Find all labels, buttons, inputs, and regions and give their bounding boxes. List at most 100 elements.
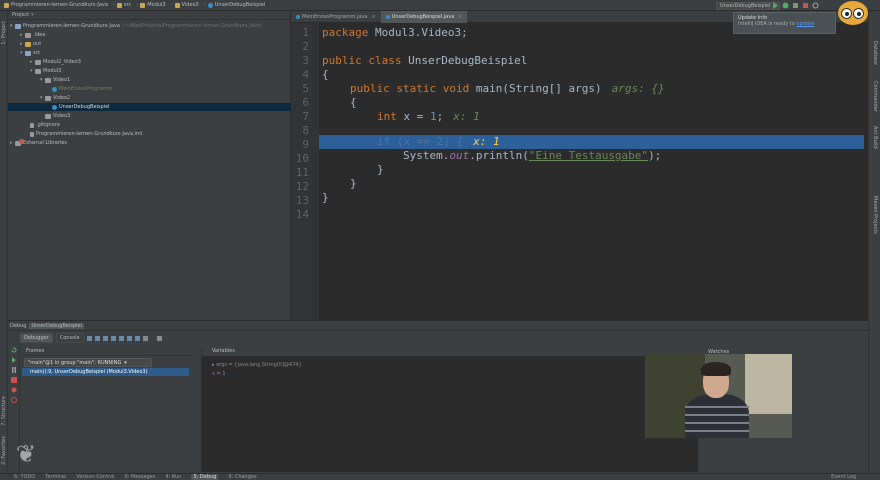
run-to-cursor-icon[interactable]	[134, 335, 140, 341]
code-editor[interactable]: package Modul3.Video3; public class Unse…	[319, 23, 864, 320]
tool-tab-event-log[interactable]: Event Log	[831, 474, 856, 480]
favorites-tool-tab[interactable]: 2: Favorites	[1, 436, 7, 465]
variable-row[interactable]: ▸ args = {java.lang.String[0]@474}	[212, 362, 302, 368]
step-out-icon[interactable]	[118, 335, 124, 341]
run-config-select[interactable]: UnserDebugBeispiel▾	[715, 2, 780, 10]
mute-breakpoints-icon[interactable]	[11, 397, 17, 403]
code-line-11: }	[377, 163, 384, 176]
code-line-6: {	[350, 96, 357, 109]
tree-item-video1[interactable]: ▾ Video1	[8, 76, 291, 84]
maven-tool-tab[interactable]: Maven Projects	[872, 196, 878, 234]
update-link[interactable]: update	[796, 21, 814, 27]
tree-item-gitignore[interactable]: .gitignore	[8, 121, 291, 129]
rerun-icon[interactable]	[11, 347, 17, 353]
close-icon[interactable]: ×	[458, 14, 462, 20]
breakpoint-icon[interactable]	[19, 139, 24, 144]
package-icon	[45, 113, 51, 119]
tree-item-external-libraries[interactable]: ▸ External Libraries	[8, 139, 291, 147]
line-number: 10	[295, 152, 309, 165]
database-tool-tab[interactable]: Database	[872, 41, 878, 65]
layout-icon[interactable]	[156, 335, 162, 341]
tool-tab-debug[interactable]: 5: Debug	[191, 474, 219, 480]
tool-tab-version-control[interactable]: Version Control	[76, 474, 114, 480]
tab-meinerstesprogramm[interactable]: MeinErstesProgramm.java ×	[291, 11, 381, 23]
tree-item-root[interactable]: ▾ Programmieren-lernen-Grundkurs-Java (~/W…	[8, 22, 291, 30]
close-icon[interactable]: ×	[371, 14, 375, 20]
left-tool-stripe: 1: Project 7: Structure 2: Favorites	[0, 11, 8, 473]
code-line-3: public class UnserDebugBeispiel	[322, 54, 528, 67]
step-into-icon[interactable]	[102, 335, 108, 341]
tree-item-video3[interactable]: Video3	[8, 112, 291, 120]
vcs-icon[interactable]	[812, 2, 819, 9]
source-folder-icon	[25, 50, 31, 56]
line-number: 4	[302, 68, 309, 81]
right-tool-stripe: Database Commander Ant Build Maven Proje…	[868, 11, 880, 473]
tab-debugger[interactable]: Debugger	[20, 333, 53, 343]
stop-icon[interactable]	[11, 377, 17, 383]
code-line-1: package Modul3.Video3;	[322, 26, 468, 39]
stop-icon[interactable]	[802, 2, 809, 9]
breadcrumb-project[interactable]: Programmieren-lernen-Grundkurs-Java	[4, 2, 108, 8]
folder-icon	[4, 2, 9, 8]
breadcrumb-src[interactable]: src	[116, 2, 131, 8]
line-number: 9	[302, 138, 309, 151]
pause-icon[interactable]	[11, 367, 17, 373]
breadcrumb-modul3[interactable]: Modul3	[140, 2, 166, 8]
tool-tab-todo[interactable]: 6: TODO	[14, 474, 35, 480]
variables-panel: Variables ▸ args = {java.lang.String[0]@…	[201, 348, 698, 472]
tool-tab-changes[interactable]: 9: Changes	[228, 474, 256, 480]
run-icon[interactable]	[772, 2, 779, 9]
class-icon	[52, 86, 57, 92]
update-notification[interactable]: Update Info IntelliJ IDEA is ready to up…	[733, 12, 836, 34]
tab-console[interactable]: Console	[55, 333, 84, 343]
presenter-hair	[701, 362, 731, 376]
breadcrumb-class[interactable]: UnserDebugBeispiel	[207, 2, 265, 8]
tree-item-modul3[interactable]: ▾ Modul3	[8, 67, 291, 75]
force-step-into-icon[interactable]	[110, 335, 116, 341]
stack-frame-row[interactable]: main():9, UnserDebugBeispiel (Modul3.Vid…	[22, 368, 189, 376]
tool-tab-messages[interactable]: 0: Messages	[124, 474, 155, 480]
chevron-down-icon: ▾	[124, 360, 127, 366]
owl-eye	[853, 8, 864, 19]
commander-tool-tab[interactable]: Commander	[872, 81, 878, 112]
tree-item-video2[interactable]: ▾ Video2	[8, 94, 291, 102]
tool-tab-terminal[interactable]: Terminal	[45, 474, 66, 480]
line-number-gutter[interactable]: 1 2 3 4 5 6 7 8 9 10 11 12 13 14	[291, 23, 319, 320]
tree-item-out[interactable]: ▸ out	[8, 40, 291, 48]
show-execution-point-icon[interactable]	[86, 335, 92, 341]
line-number: 7	[302, 110, 309, 123]
debug-config-tab[interactable]: UnserDebugBeispiel	[29, 322, 84, 329]
drop-frame-icon[interactable]	[126, 335, 132, 341]
package-icon	[45, 95, 51, 101]
line-number: 12	[295, 180, 309, 193]
watermark-logo: ❦	[16, 440, 37, 468]
resume-icon[interactable]	[11, 357, 17, 363]
evaluate-icon[interactable]	[142, 335, 148, 341]
view-breakpoints-icon[interactable]	[11, 387, 17, 393]
project-tool-tab[interactable]: 1: Project	[1, 21, 7, 45]
step-over-icon[interactable]	[94, 335, 100, 341]
folder-icon	[174, 2, 180, 8]
tab-unserdebugbeispiel[interactable]: UnserDebugBeispiel.java ×	[380, 11, 468, 23]
tree-item-iml[interactable]: Programmieren-lernen-Grundkurs-Java.iml	[8, 130, 291, 138]
coverage-icon[interactable]	[792, 2, 799, 9]
ant-build-tool-tab[interactable]: Ant Build	[872, 126, 878, 149]
package-icon	[35, 59, 41, 65]
variable-row[interactable]: x = 1	[212, 371, 226, 377]
tree-item-idea[interactable]: ▸ .idea	[8, 31, 291, 39]
thread-select[interactable]: "main"@1 in group "main": RUNNING ▾	[24, 358, 152, 367]
notification-body: IntelliJ IDEA is ready to update	[738, 21, 815, 27]
debug-icon[interactable]	[782, 2, 789, 9]
file-icon	[30, 122, 34, 128]
tree-item-unserdebugbeispiel[interactable]: UnserDebugBeispiel	[8, 103, 291, 111]
package-icon	[45, 77, 51, 83]
line-number: 3	[302, 54, 309, 67]
frames-header: Frames	[22, 348, 192, 356]
code-line-10: System.out.println("Eine Testausgabe");	[403, 149, 662, 162]
structure-tool-tab[interactable]: 7: Structure	[1, 396, 7, 426]
tool-tab-run[interactable]: 4: Run	[165, 474, 181, 480]
breadcrumb-video3[interactable]: Video3	[174, 2, 199, 8]
tree-item-modul2[interactable]: ▸ Modul2_Video3	[8, 58, 291, 66]
tree-item-meinerstesprogramm[interactable]: MeinErstesProgramm	[8, 85, 291, 93]
tree-item-src[interactable]: ▾ src	[8, 49, 291, 57]
